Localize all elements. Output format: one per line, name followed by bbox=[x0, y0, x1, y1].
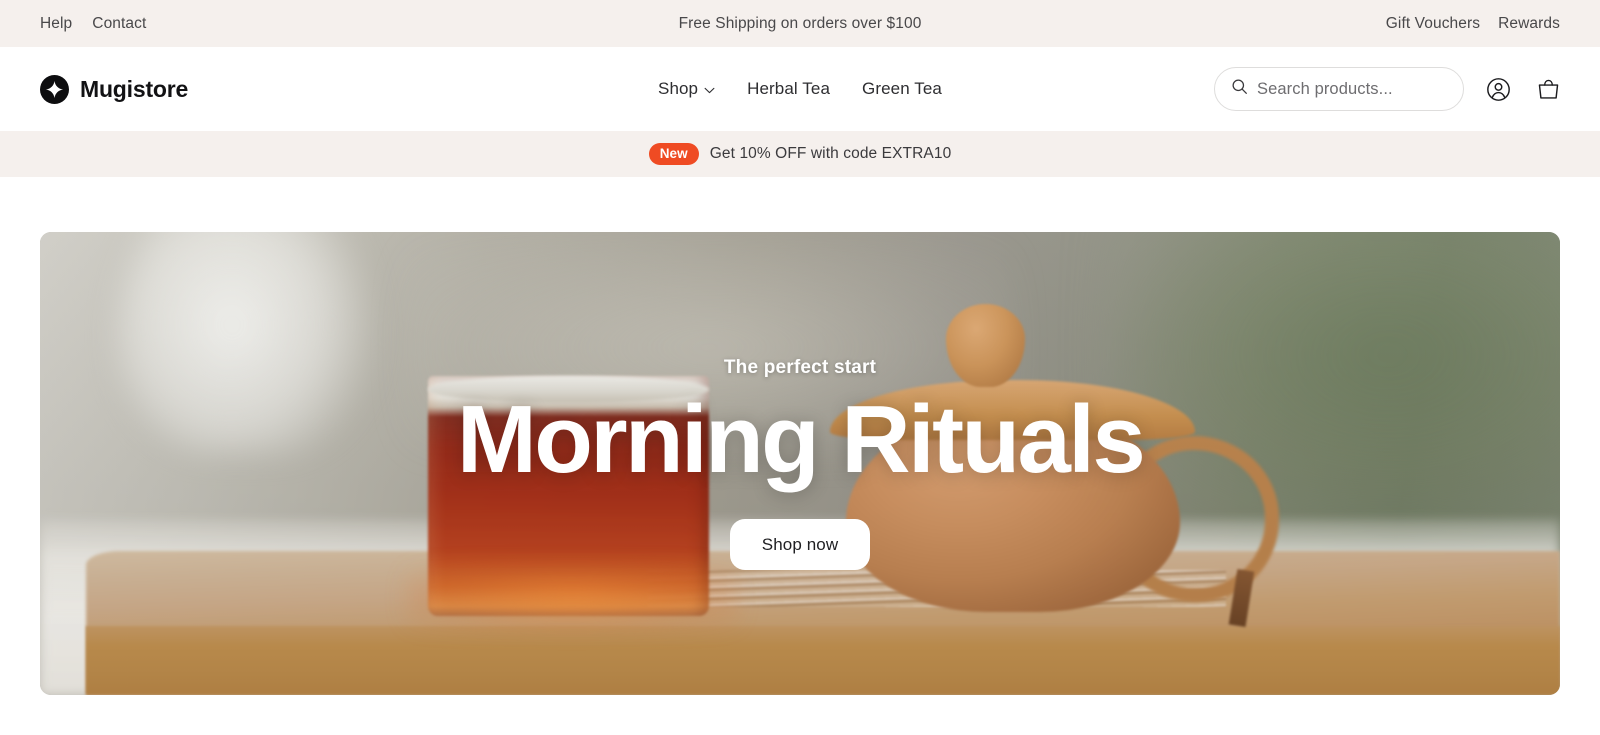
hero-banner[interactable]: The perfect start Morning Rituals Shop n… bbox=[40, 232, 1560, 695]
promo-text: Get 10% OFF with code EXTRA10 bbox=[709, 145, 952, 162]
topbar-link-rewards[interactable]: Rewards bbox=[1498, 15, 1560, 33]
chevron-down-icon bbox=[704, 79, 715, 99]
topbar-right-links: Gift Vouchers Rewards bbox=[1386, 0, 1560, 47]
shop-now-button[interactable]: Shop now bbox=[729, 518, 871, 570]
nav-item-green-tea-label: Green Tea bbox=[862, 79, 942, 98]
search-icon bbox=[1231, 78, 1248, 100]
topbar-link-help[interactable]: Help bbox=[40, 15, 72, 33]
topbar-left-links: Help Contact bbox=[40, 15, 146, 33]
hero-section: The perfect start Morning Rituals Shop n… bbox=[0, 177, 1600, 695]
nav-item-green-tea[interactable]: Green Tea bbox=[862, 79, 942, 99]
top-utility-bar: Help Contact Free Shipping on orders ove… bbox=[0, 0, 1600, 47]
header-actions bbox=[1214, 47, 1564, 131]
search-box[interactable] bbox=[1214, 67, 1464, 111]
hero-content: The perfect start Morning Rituals Shop n… bbox=[40, 232, 1560, 695]
free-shipping-message: Free Shipping on orders over $100 bbox=[678, 14, 922, 32]
promo-new-badge: New bbox=[648, 142, 699, 166]
topbar-link-gift-vouchers[interactable]: Gift Vouchers bbox=[1386, 15, 1480, 33]
search-input[interactable] bbox=[1257, 79, 1447, 99]
topbar-announcement: Free Shipping on orders over $100 bbox=[0, 0, 1600, 47]
shopping-bag-icon[interactable] bbox=[1532, 73, 1564, 105]
promo-banner: New Get 10% OFF with code EXTRA10 bbox=[0, 131, 1600, 177]
topbar-link-contact[interactable]: Contact bbox=[92, 15, 146, 33]
hero-eyebrow: The perfect start bbox=[723, 357, 877, 379]
hero-title: Morning Rituals bbox=[456, 386, 1146, 494]
account-icon[interactable] bbox=[1482, 73, 1514, 105]
nav-item-herbal-tea-label: Herbal Tea bbox=[747, 79, 831, 98]
site-header: Mugistore Shop Herbal Tea Green Tea bbox=[0, 47, 1600, 131]
nav-item-herbal-tea[interactable]: Herbal Tea bbox=[747, 79, 830, 99]
nav-item-shop-label: Shop bbox=[658, 79, 699, 98]
nav-item-shop[interactable]: Shop bbox=[658, 79, 715, 99]
